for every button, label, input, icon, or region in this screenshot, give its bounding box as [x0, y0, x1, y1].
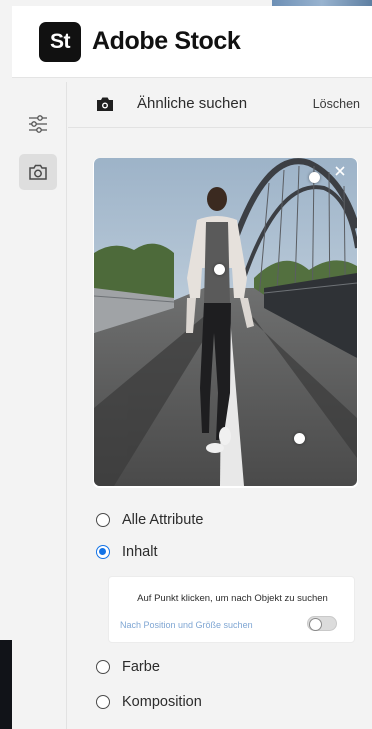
- background-dark-edge: [0, 640, 12, 729]
- brand-name[interactable]: Adobe Stock: [92, 27, 241, 56]
- option-alle-attribute[interactable]: Alle Attribute: [96, 512, 203, 528]
- option-label: Farbe: [122, 659, 160, 675]
- radio-button-selected[interactable]: [96, 545, 110, 559]
- camera-icon: [97, 97, 113, 111]
- object-hotspot[interactable]: [309, 172, 320, 183]
- panel-header: Ähnliche suchen Löschen: [68, 82, 372, 128]
- option-label: Komposition: [122, 694, 202, 710]
- camera-icon: [29, 164, 47, 180]
- radio-button[interactable]: [96, 660, 110, 674]
- app-header: St Adobe Stock: [12, 6, 372, 78]
- hotspot-hint: Auf Punkt klicken, um nach Objekt zu suc…: [137, 593, 328, 604]
- left-rail: [12, 82, 67, 729]
- page: St Adobe Stock Ähnliche suchen Löschen A…: [0, 0, 372, 729]
- option-farbe[interactable]: Farbe: [96, 659, 160, 675]
- radio-button[interactable]: [96, 695, 110, 709]
- object-hotspot[interactable]: [294, 433, 305, 444]
- close-icon[interactable]: [333, 164, 347, 178]
- search-image[interactable]: [94, 158, 357, 486]
- panel-title: Ähnliche suchen: [137, 95, 248, 112]
- position-size-toggle-label: Nach Position und Größe suchen: [120, 620, 253, 630]
- option-komposition[interactable]: Komposition: [96, 694, 202, 710]
- adobe-stock-logo[interactable]: St: [39, 21, 81, 62]
- filters-button[interactable]: [19, 106, 57, 142]
- position-size-toggle[interactable]: [307, 616, 337, 631]
- clear-button[interactable]: Löschen: [313, 97, 360, 111]
- search-image-card: [93, 158, 358, 488]
- visual-search-button[interactable]: [19, 154, 57, 190]
- similar-search-panel: Ähnliche suchen Löschen Alle Attribute I…: [68, 82, 372, 729]
- option-label: Inhalt: [122, 544, 158, 560]
- logo-text: St: [50, 29, 71, 53]
- sliders-icon: [29, 115, 47, 133]
- object-hotspot[interactable]: [214, 264, 225, 275]
- radio-button[interactable]: [96, 513, 110, 527]
- content-sub-options: Auf Punkt klicken, um nach Objekt zu suc…: [108, 576, 355, 643]
- option-label: Alle Attribute: [122, 512, 204, 528]
- option-inhalt[interactable]: Inhalt: [96, 544, 157, 560]
